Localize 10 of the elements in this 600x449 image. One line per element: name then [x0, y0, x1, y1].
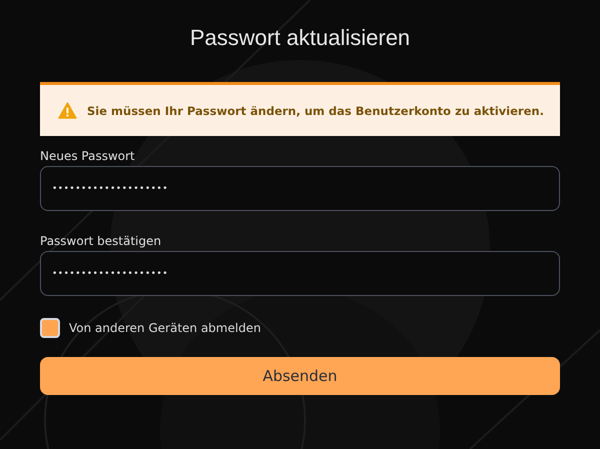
checkbox[interactable]	[40, 318, 60, 338]
warning-icon	[58, 102, 77, 119]
checkbox-label: Von anderen Geräten abmelden	[69, 321, 261, 335]
password-field[interactable]: ••••••••••••••••••••	[40, 166, 560, 211]
page-title: Passwort aktualisieren	[188, 24, 412, 52]
field-label: Neues Passwort	[40, 149, 135, 163]
password-field[interactable]: ••••••••••••••••••••	[40, 251, 560, 296]
alert-message: Sie müssen Ihr Passwort ändern, um das Benutzerkonto zu aktivieren.	[87, 104, 544, 118]
field-label: Passwort bestätigen	[40, 234, 162, 248]
submit-button[interactable]: Absenden	[40, 357, 560, 395]
